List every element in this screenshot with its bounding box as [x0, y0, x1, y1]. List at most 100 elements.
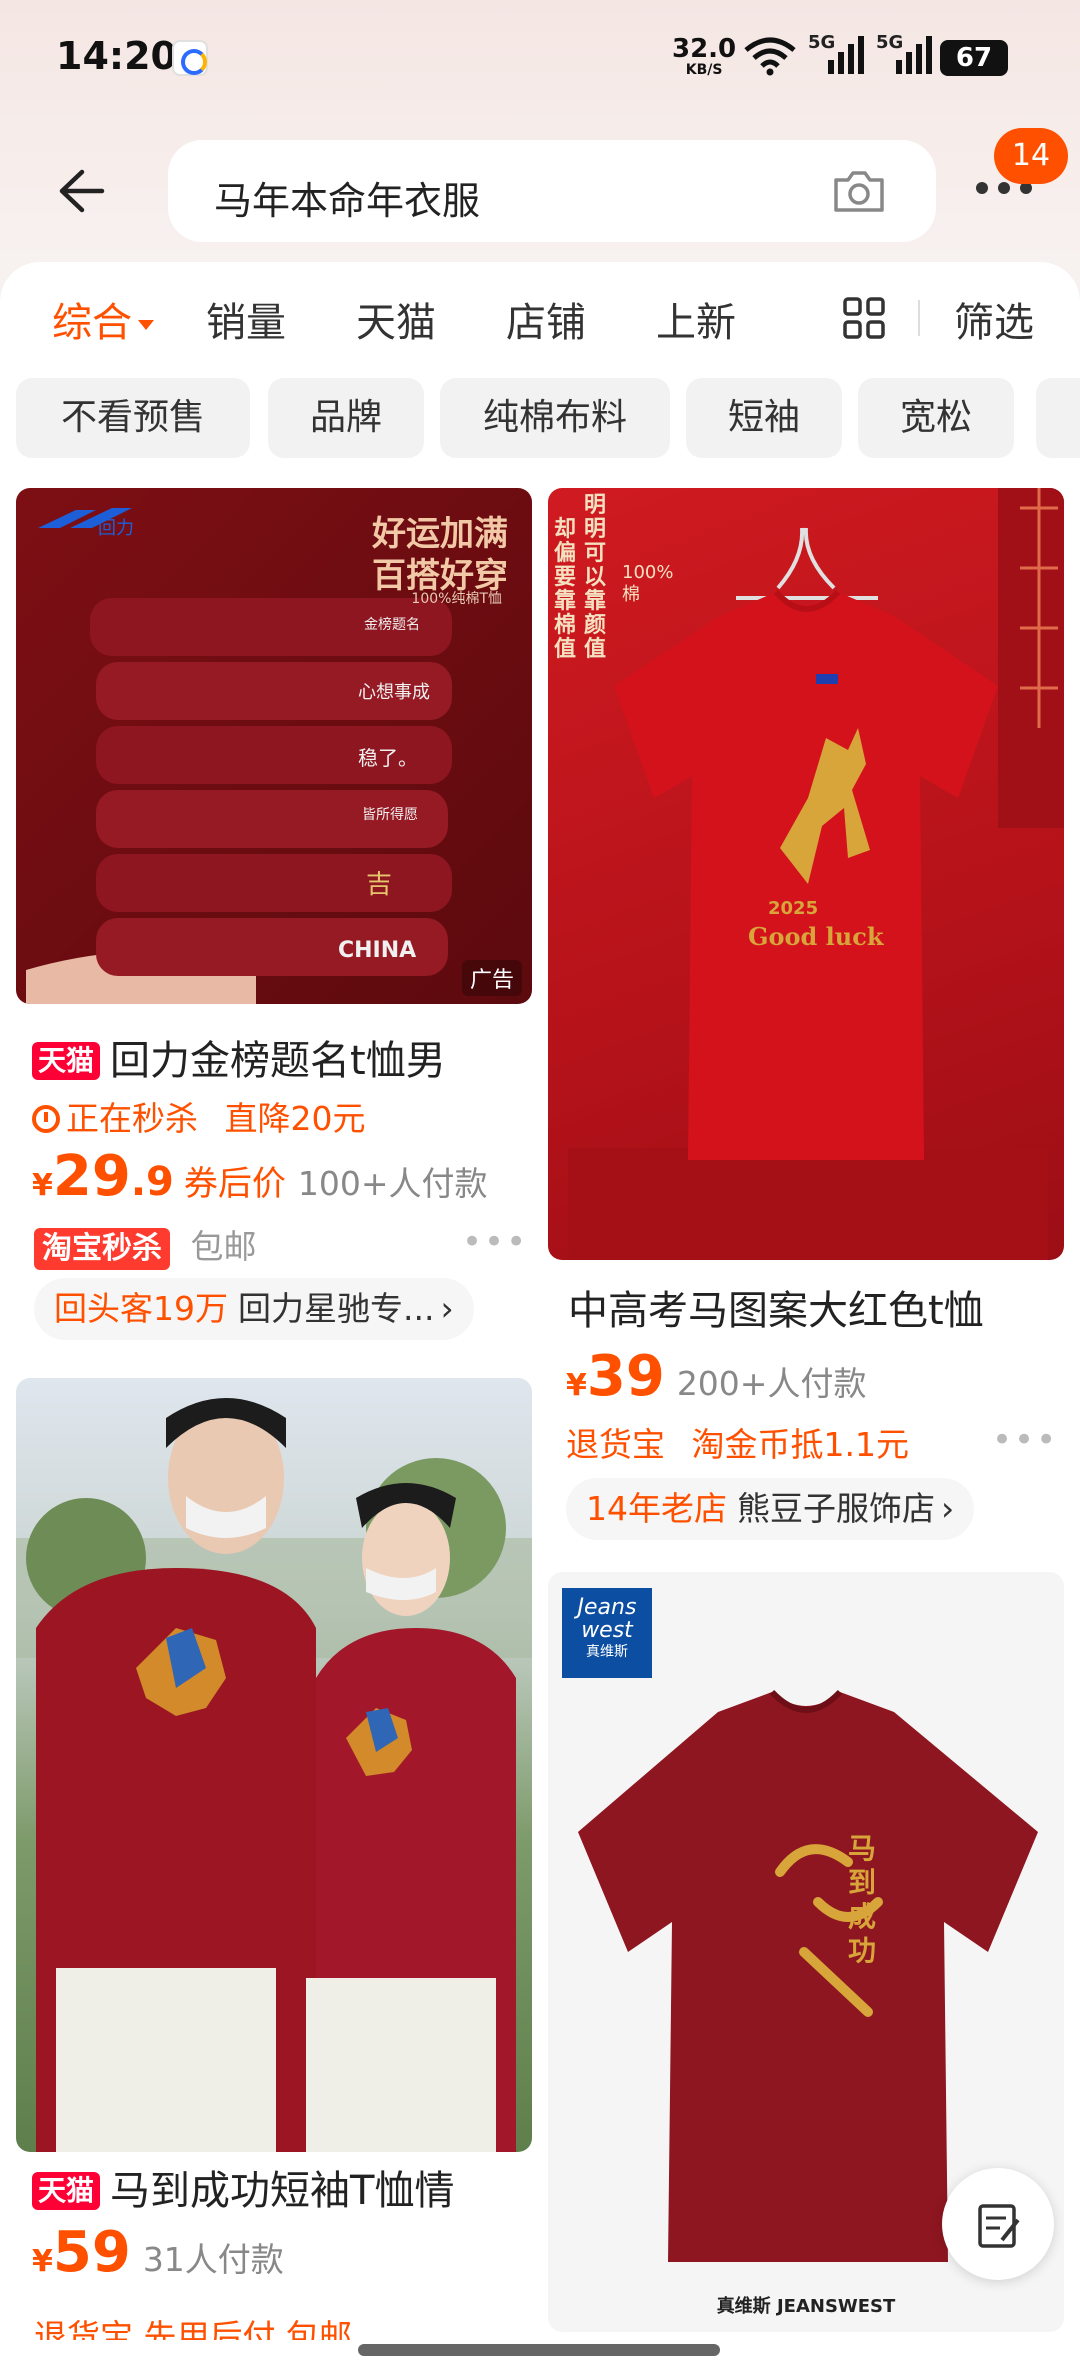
currency-symbol: ¥ — [566, 1368, 587, 1403]
stack-label-4: 皆所得愿 — [362, 807, 418, 823]
stack-label-3: 稳了。 — [358, 746, 418, 770]
product-1-title[interactable]: 天猫 回力金榜题名t恤男 — [32, 1028, 532, 1086]
edit-note-icon — [978, 2204, 1020, 2248]
product-1-promo-drop: 直降20元 — [224, 1099, 366, 1138]
status-bar: 14:20 32.0 KB/S 5G 5G 67 — [0, 0, 1080, 110]
product-2-price-row: ¥39 200+人付款 — [566, 1344, 866, 1409]
status-time: 14:20 — [56, 34, 177, 78]
stack-label-2: 心想事成 — [358, 682, 430, 703]
tab-comprehensive-label: 综合 — [52, 300, 132, 346]
product-card-3[interactable]: 天猫 马到成功短袖T恤情 ¥59 31人付款 退货宝 先用后付 包邮 — [16, 1378, 532, 2376]
return-insurance-label: 退货宝 — [566, 1425, 665, 1464]
home-indicator[interactable] — [358, 2344, 720, 2356]
tab-divider — [918, 300, 920, 336]
grid-view-icon[interactable] — [842, 296, 886, 340]
product-1-sold: 100+人付款 — [297, 1164, 488, 1203]
product-2-price-int: 39 — [586, 1344, 665, 1409]
chevron-right-icon: › — [941, 1489, 955, 1528]
product-2-year: 2025 — [768, 898, 819, 919]
chip-brand[interactable]: 品牌 — [268, 378, 424, 458]
product-2-more-icon[interactable]: ••• — [992, 1420, 1058, 1460]
caret-down-icon — [138, 320, 154, 330]
tab-sales[interactable]: 销量 — [206, 290, 286, 348]
filter-button[interactable]: 筛选 — [954, 290, 1034, 348]
network-speed: 32.0 KB/S — [672, 36, 736, 78]
alarm-clock-icon — [32, 1105, 60, 1133]
product-1-brand-logo: 回力 — [98, 518, 134, 539]
product-3-sold: 31人付款 — [142, 2240, 284, 2279]
product-2-sold: 200+人付款 — [676, 1364, 867, 1403]
product-2-shop-age: 14年老店 — [586, 1489, 727, 1528]
search-box[interactable]: 马年本命年衣服 — [168, 140, 936, 242]
message-count-badge: 14 — [994, 128, 1068, 184]
search-query[interactable]: 马年本命年衣服 — [214, 170, 480, 225]
stack-label-1: 金榜题名 — [364, 617, 420, 633]
product-1-shop[interactable]: 回头客19万 回力星驰专... › — [34, 1278, 474, 1340]
product-1-shop-returning: 回头客19万 — [54, 1289, 228, 1328]
product-card-1[interactable]: 回力 好运加满 百搭好穿 100%纯棉T恤 金榜题名 心想事成 稳了。 皆所得愿… — [16, 488, 532, 1340]
product-1-more-icon[interactable]: ••• — [462, 1222, 528, 1262]
tab-stores[interactable]: 店铺 — [506, 290, 586, 348]
product-3-title[interactable]: 天猫 马到成功短袖T恤情 — [32, 2158, 532, 2216]
tmall-badge: 天猫 — [32, 1042, 101, 1080]
product-2-tagline-1: 明明可以靠颜值 — [584, 493, 607, 662]
product-1-slogan-3: 100%纯棉T恤 — [411, 591, 502, 607]
filter-chips: 不看预售 品牌 纯棉布料 短袖 宽松 — [16, 378, 1080, 460]
network-speed-unit: KB/S — [685, 62, 723, 78]
product-2-shop-name: 熊豆子服饰店 — [737, 1489, 935, 1528]
camera-icon[interactable] — [832, 168, 886, 214]
tmall-badge: 天猫 — [32, 2172, 101, 2210]
product-3-image[interactable] — [16, 1378, 532, 2152]
product-3-price-row: ¥59 31人付款 — [32, 2220, 284, 2285]
chip-loose[interactable]: 宽松 — [858, 378, 1014, 458]
product-1-price-row: ¥29.9 券后价 100+人付款 — [32, 1144, 487, 1209]
product-1-shop-name: 回力星驰专... — [238, 1289, 435, 1328]
ad-label: 广告 — [461, 960, 522, 996]
notification-app-icon — [172, 40, 208, 76]
tab-tmall[interactable]: 天猫 — [356, 290, 436, 348]
chip-no-presale[interactable]: 不看预售 — [16, 378, 250, 458]
feedback-button[interactable] — [942, 2168, 1054, 2280]
product-3-illustration — [16, 1398, 532, 2152]
taobao-flash-badge: 淘宝秒杀 — [34, 1228, 170, 1270]
product-1-promo: 正在秒杀 直降20元 — [32, 1092, 366, 1140]
product-3-title-text: 马到成功短袖T恤情 — [110, 2168, 455, 2214]
product-2-title[interactable]: 中高考马图案大红色t恤 — [568, 1278, 1064, 1336]
signal-1-icon: 5G — [808, 32, 868, 76]
taojinbi-label: 淘金币抵1.1元 — [691, 1425, 909, 1464]
product-3-price-int: 59 — [52, 2220, 131, 2285]
wifi-icon — [744, 37, 796, 76]
chip-cotton[interactable]: 纯棉布料 — [440, 378, 670, 458]
product-2-cotton: 100%棉 — [622, 562, 674, 605]
signal-2-icon: 5G — [876, 32, 936, 76]
network-speed-value: 32.0 — [672, 34, 737, 64]
product-1-price-int: 29 — [52, 1144, 131, 1209]
product-card-2[interactable]: 明明可以靠颜值 却偏要靠棉值 100%棉 2025 Good luck 中高考马… — [548, 488, 1064, 1540]
battery-indicator: 67 — [940, 40, 1008, 76]
product-1-image[interactable]: 回力 好运加满 百搭好穿 100%纯棉T恤 金榜题名 心想事成 稳了。 皆所得愿… — [16, 488, 532, 1004]
chip-more[interactable] — [1036, 378, 1080, 458]
stack-label-6: CHINA — [338, 938, 417, 963]
tab-comprehensive[interactable]: 综合 — [52, 290, 154, 348]
product-2-tagline-2: 却偏要靠棉值 — [554, 517, 577, 662]
currency-symbol: ¥ — [32, 1168, 53, 1203]
product-1-price-dec: .9 — [130, 1159, 174, 1205]
product-4-calligraphy: 马到成功 — [848, 1832, 877, 1967]
product-2-image[interactable]: 明明可以靠颜值 却偏要靠棉值 100%棉 2025 Good luck — [548, 488, 1064, 1260]
coupon-price-label: 券后价 — [183, 1164, 286, 1204]
chevron-right-icon: › — [440, 1289, 454, 1328]
product-4-footer: 真维斯 JEANSWEST — [716, 2296, 896, 2317]
free-shipping-label: 包邮 — [190, 1227, 257, 1266]
back-arrow-icon[interactable] — [56, 166, 106, 216]
product-1-services: 淘宝秒杀 包邮 — [34, 1220, 257, 1270]
product-2-good-luck: Good luck — [748, 922, 884, 951]
product-2-shop[interactable]: 14年老店 熊豆子服饰店 › — [566, 1478, 975, 1540]
product-2-services: 退货宝 淘金币抵1.1元 — [566, 1418, 909, 1466]
tab-new[interactable]: 上新 — [656, 290, 736, 348]
chip-short-sleeve[interactable]: 短袖 — [686, 378, 842, 458]
stack-label-5: 吉 — [366, 870, 393, 900]
product-3-services: 退货宝 先用后付 包邮 — [34, 2317, 352, 2340]
product-1-promo-flash: 正在秒杀 — [66, 1099, 198, 1138]
currency-symbol: ¥ — [32, 2244, 53, 2279]
product-1-title-text: 回力金榜题名t恤男 — [110, 1038, 446, 1084]
